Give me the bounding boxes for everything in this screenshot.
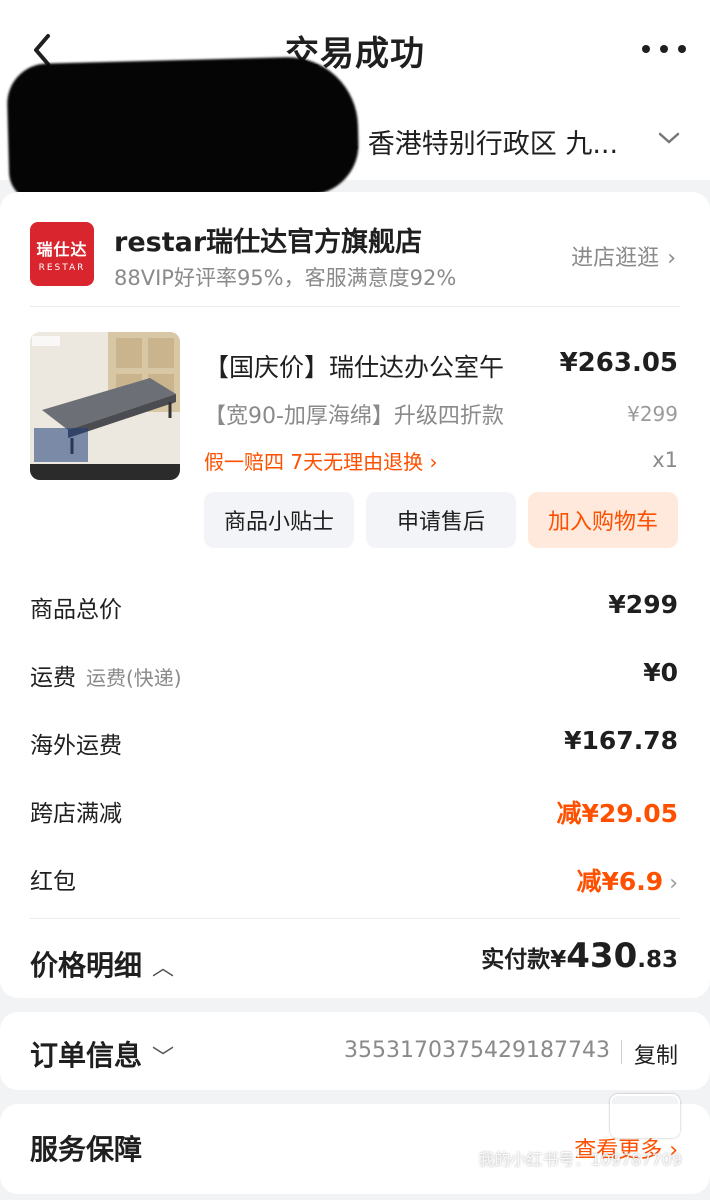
- chevron-up-icon: ︿: [152, 956, 175, 981]
- fee-row-subtotal: 商品总价 ¥299: [30, 590, 678, 623]
- order-number: 3553170375429187743: [344, 1038, 610, 1063]
- divider: [621, 1040, 622, 1064]
- product-image[interactable]: [30, 332, 180, 480]
- chevron-down-icon[interactable]: [658, 130, 680, 150]
- product-tips-button[interactable]: 商品小贴士: [204, 492, 354, 548]
- shop-rating: 88VIP好评率95%，客服满意度92%: [114, 266, 457, 290]
- product-quantity: x1: [652, 448, 678, 472]
- shop-logo[interactable]: 瑞仕达 RESTAR: [30, 222, 94, 286]
- chevron-right-icon: ›: [423, 450, 438, 474]
- watermark-text: 我的小红书号：109787709: [478, 1150, 682, 1169]
- fee-row-red-packet[interactable]: 红包 减¥6.9 ›: [30, 862, 678, 902]
- product-price: ¥263.05: [559, 348, 678, 378]
- service-promise-link[interactable]: 假一赔四 7天无理由退换 ›: [204, 446, 437, 475]
- chevron-down-icon: ﹀: [152, 1046, 175, 1071]
- chevron-right-icon: ›: [669, 871, 678, 896]
- chevron-right-icon: ›: [667, 246, 676, 271]
- order-info-toggle[interactable]: 订单信息 ﹀: [30, 1034, 174, 1074]
- order-info-card: 订单信息 ﹀ 3553170375429187743 复制: [0, 1012, 710, 1090]
- shipping-address-text: 4 香港特别行政区 九...: [342, 129, 619, 160]
- divider: [30, 918, 680, 919]
- fee-row-shipping: 运费 运费(快递) ¥0: [30, 658, 678, 691]
- price-detail-toggle[interactable]: 价格明细 ︿: [30, 944, 174, 984]
- fee-row-overseas-shipping: 海外运费 ¥167.78: [30, 726, 678, 759]
- amount-paid: 实付款¥430.83: [481, 936, 678, 976]
- product-title[interactable]: 【国庆价】瑞仕达办公室午: [204, 348, 504, 384]
- more-options-icon[interactable]: [642, 34, 686, 64]
- after-sale-button[interactable]: 申请售后: [366, 492, 516, 548]
- fee-row-cross-store-discount: 跨店满减 减¥29.05: [30, 799, 678, 828]
- shop-name[interactable]: restar瑞仕达官方旗舰店: [114, 220, 422, 259]
- redaction-scribble: [6, 55, 360, 203]
- order-card: 瑞仕达 RESTAR restar瑞仕达官方旗舰店 88VIP好评率95%，客服…: [0, 192, 710, 998]
- add-to-cart-button[interactable]: 加入购物车: [528, 492, 678, 548]
- product-sku: 【宽90-加厚海绵】升级四折款: [204, 404, 504, 429]
- original-price: ¥299: [627, 402, 678, 426]
- visit-store-link[interactable]: 进店逛逛 ›: [571, 240, 676, 272]
- divider: [30, 306, 680, 307]
- watermark-logo: [610, 1094, 680, 1138]
- copy-order-number-button[interactable]: 复制: [634, 1038, 678, 1070]
- service-guarantee-title: 服务保障: [30, 1133, 143, 1166]
